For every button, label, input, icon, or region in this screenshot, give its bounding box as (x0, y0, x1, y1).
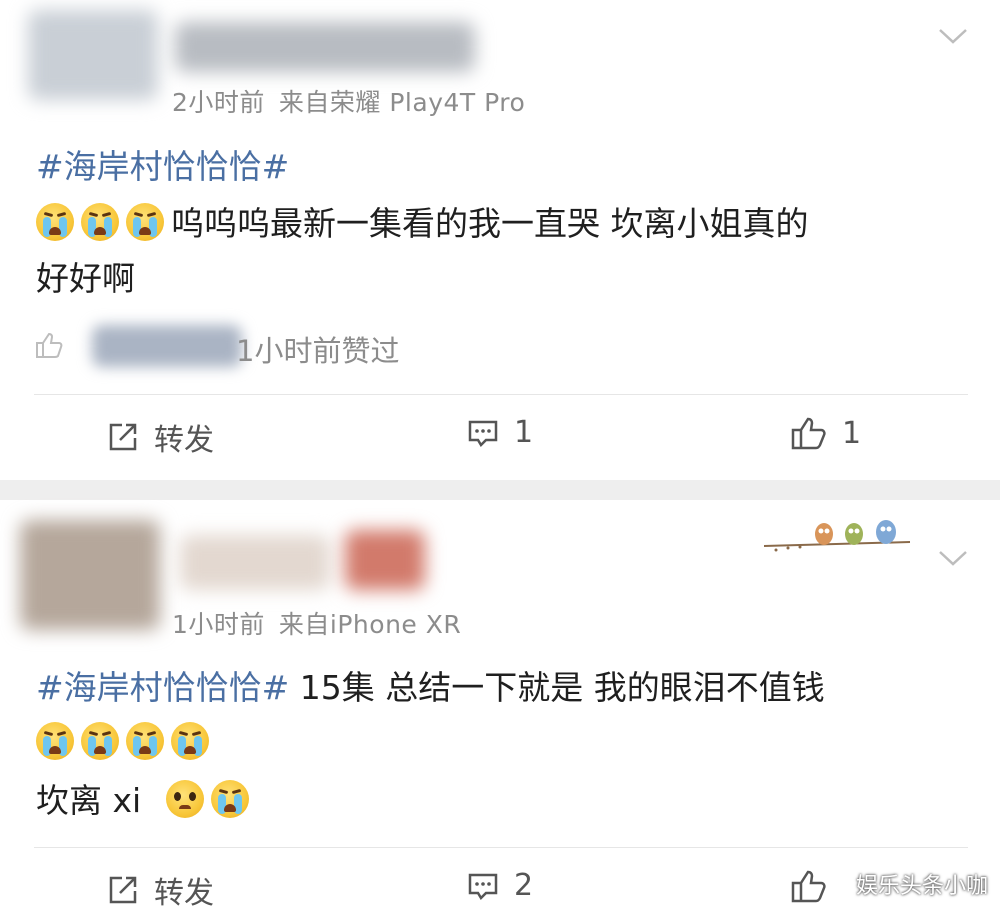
post-meta: 2小时前 来自荣耀 Play4T Pro (172, 83, 539, 119)
watermark: 娱乐头条小咖 (855, 874, 988, 899)
repost-label: 转发 (154, 423, 214, 458)
hashtag-link[interactable]: #海岸村恰恰恰# (36, 147, 289, 186)
sad-emoji (165, 780, 204, 818)
comment-count: 2 (514, 868, 534, 903)
post-body-text: 呜呜呜最新一集看的我一直哭 坎离小姐真的 (171, 204, 809, 243)
avatar[interactable] (20, 520, 160, 630)
crying-emoji (126, 722, 164, 760)
liked-time: 1小时前赞过 (236, 334, 400, 368)
post-text-line-2: 呜呜呜最新一集看的我一直哭 坎离小姐真的 (36, 203, 809, 244)
liker-name-redacted[interactable] (92, 325, 242, 367)
post-source: 来自荣耀 Play4T Pro (278, 88, 526, 117)
like-icon (791, 870, 826, 903)
repost-button[interactable]: 转发 (106, 415, 214, 459)
chevron-down-icon[interactable] (938, 548, 968, 568)
post-text-line-3: 坎离 xi (36, 780, 256, 821)
crying-emoji (171, 722, 209, 760)
post-text-line-3: 好好啊 (36, 259, 135, 299)
hashtag-link[interactable]: #海岸村恰恰恰# (36, 668, 289, 707)
comment-icon (468, 873, 498, 900)
post-card-2: 1小时前 来自iPhone XR #海岸村恰恰恰# 15集 总结一下就是 我的眼泪… (0, 500, 1000, 914)
crying-emoji (210, 780, 249, 818)
divider (34, 394, 968, 395)
post-text-line-1: #海岸村恰恰恰# 15集 总结一下就是 我的眼泪不值钱 (36, 668, 825, 708)
like-button[interactable] (790, 868, 842, 904)
crying-emoji (126, 203, 164, 241)
divider (34, 847, 968, 848)
crying-emoji (81, 722, 119, 760)
like-count: 1 (842, 415, 862, 451)
post-body-text-cont: 坎离 xi (36, 781, 142, 820)
like-icon (791, 417, 826, 450)
post-body-text-cont: 好好啊 (36, 259, 135, 298)
repost-icon (109, 423, 137, 451)
post-text-line-2 (36, 722, 216, 763)
owl-decoration (763, 520, 911, 552)
like-icon (36, 332, 63, 358)
comment-button[interactable]: 1 (466, 415, 533, 450)
crying-emoji (36, 203, 74, 241)
repost-label: 转发 (154, 876, 214, 911)
username-redacted-2[interactable] (345, 530, 425, 590)
post-time: 2小时前 (172, 88, 265, 117)
avatar[interactable] (28, 10, 158, 100)
post-source: 来自iPhone XR (278, 610, 462, 639)
comment-icon (468, 420, 498, 447)
post-meta: 1小时前 来自iPhone XR (172, 605, 475, 641)
crying-emoji (81, 203, 119, 241)
comment-count: 1 (514, 415, 534, 450)
like-button[interactable]: 1 (790, 415, 861, 451)
repost-icon (109, 876, 137, 904)
username-redacted[interactable] (175, 22, 475, 72)
username-redacted[interactable] (180, 535, 330, 590)
comment-button[interactable]: 2 (466, 868, 533, 903)
post-separator (0, 480, 1000, 500)
post-card-1: 2小时前 来自荣耀 Play4T Pro #海岸村恰恰恰# 呜呜呜最新一集看的我一… (0, 0, 1000, 480)
crying-emoji (36, 722, 74, 760)
repost-button[interactable]: 转发 (106, 868, 214, 912)
post-body-text: 15集 总结一下就是 我的眼泪不值钱 (289, 668, 825, 707)
chevron-down-icon[interactable] (938, 26, 968, 46)
post-text-line-1: #海岸村恰恰恰# (36, 147, 289, 187)
post-time: 1小时前 (172, 610, 265, 639)
